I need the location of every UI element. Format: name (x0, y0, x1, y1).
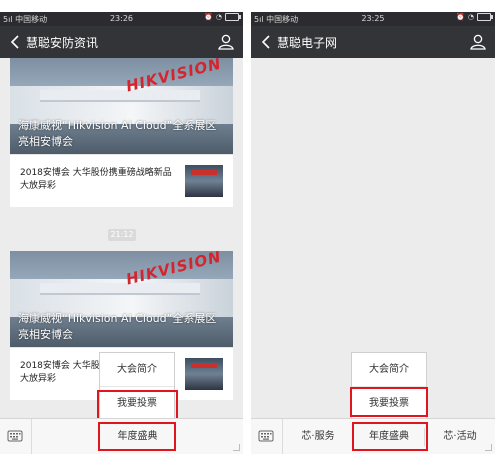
article-thumbnail (185, 165, 223, 197)
article-sub-title: 2018安博会 大华股份携重磅战略新品大放异彩 (20, 168, 172, 191)
status-bar: 5ıl 中国移动 23:25 ⏰ ◔ (251, 12, 495, 26)
profile-icon[interactable] (217, 33, 235, 51)
wifi-icon: ◔ (215, 13, 222, 21)
menu-item-annual-gala[interactable]: 年度盛典 (354, 419, 424, 454)
battery-icon (225, 13, 241, 21)
keyboard-icon[interactable] (7, 428, 23, 444)
status-icons: ⏰ ◔ (456, 13, 493, 21)
article-sub-item[interactable]: 2018安博会 大华股份携重磅战略新品大放异彩 (10, 154, 233, 207)
battery-icon (477, 13, 493, 21)
article-title: 海康威视“Hikvision AI Cloud”全系展区亮相安博会 (18, 312, 217, 341)
submenu-item-vote[interactable]: 我要投票 (100, 387, 174, 421)
alarm-icon: ⏰ (456, 13, 465, 21)
back-arrow-icon[interactable] (6, 32, 26, 52)
article-cover[interactable]: HIKVISION 海康威视“Hikvision AI Cloud”全系展区亮相… (10, 58, 233, 154)
page-title: 慧聪安防资讯 (26, 36, 99, 50)
back-arrow-icon[interactable] (257, 32, 277, 52)
keyboard-icon[interactable] (258, 428, 274, 444)
menu-item-annual-gala[interactable]: 年度盛典 (32, 419, 243, 454)
page-title: 慧聪电子网 (277, 36, 338, 50)
article-card[interactable]: HIKVISION 海康威视“Hikvision AI Cloud”全系展区亮相… (10, 58, 233, 207)
menu-corner-mark (485, 444, 492, 451)
wifi-icon: ◔ (467, 13, 474, 21)
submenu-item-intro[interactable]: 大会简介 (100, 353, 174, 387)
article-cover[interactable]: HIKVISION 海康威视“Hikvision AI Cloud”全系展区亮相… (10, 251, 233, 347)
submenu-popup: 大会简介 我要投票 (99, 352, 175, 422)
left-phone-screen: 5ıl 中国移动 23:26 ⏰ ◔ 慧聪安防资讯 HIKVISION 海康威视… (0, 12, 243, 454)
status-bar: 5ıl 中国移动 23:26 ⏰ ◔ (0, 12, 243, 26)
status-icons: ⏰ ◔ (204, 13, 241, 21)
menu-corner-mark (233, 444, 240, 451)
submenu-popup: 大会简介 我要投票 (351, 352, 427, 422)
bottom-menu-bar: 年度盛典 (0, 418, 243, 454)
article-thumbnail (185, 358, 223, 390)
submenu-item-intro[interactable]: 大会简介 (352, 353, 426, 387)
menu-item-chip-service[interactable]: 芯·服务 (283, 419, 353, 454)
chat-timestamp: 21:12 (108, 229, 136, 241)
bottom-menu-bar: 芯·服务 年度盛典 芯·活动 (251, 418, 495, 454)
article-title: 海康威视“Hikvision AI Cloud”全系展区亮相安博会 (18, 119, 217, 148)
submenu-item-vote[interactable]: 我要投票 (352, 387, 426, 421)
chat-header: 慧聪安防资讯 (0, 26, 243, 58)
profile-icon[interactable] (469, 33, 487, 51)
alarm-icon: ⏰ (204, 13, 213, 21)
right-phone-screen: 5ıl 中国移动 23:25 ⏰ ◔ 慧聪电子网 大会简介 我要投票 芯·服务 … (251, 12, 495, 454)
chat-header: 慧聪电子网 (251, 26, 495, 58)
